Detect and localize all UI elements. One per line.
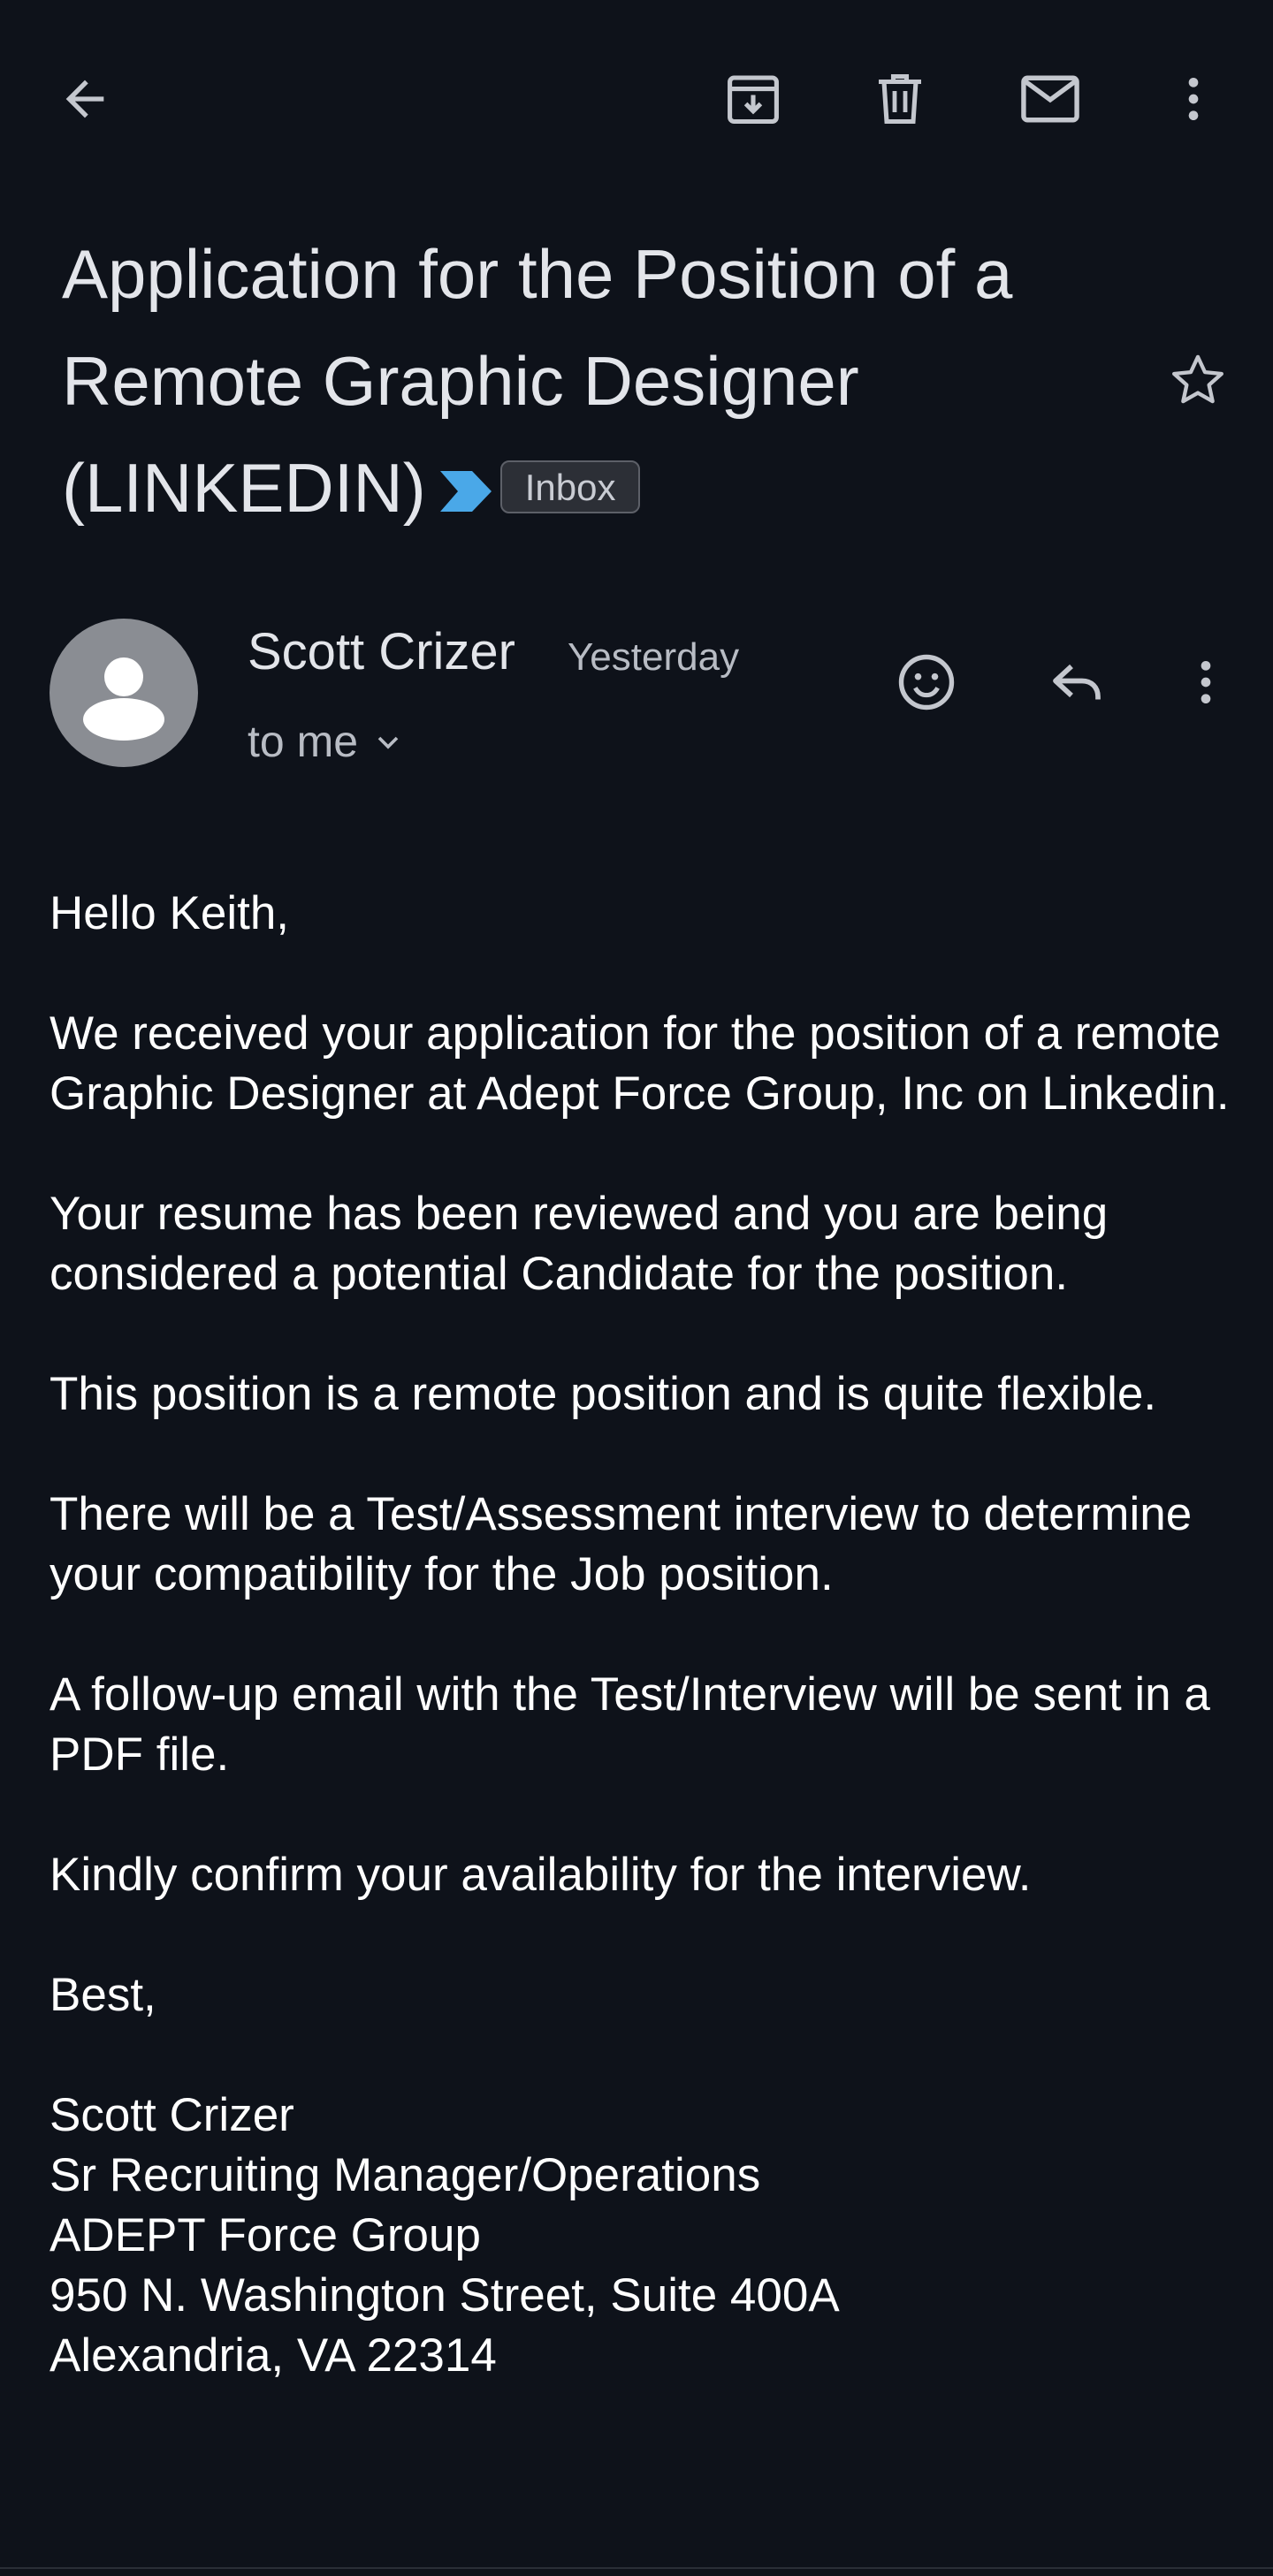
back-button[interactable] [48, 62, 122, 136]
body-paragraph: This position is a remote position and i… [50, 1368, 1157, 1420]
signature-block: Scott Crizer Sr Recruiting Manager/Opera… [50, 2086, 1234, 2386]
more-vertical-icon [1188, 78, 1199, 120]
archive-icon [728, 75, 779, 125]
body-paragraph: A follow-up email with the Test/Intervie… [50, 1668, 1210, 1781]
mark-unread-button[interactable] [1013, 62, 1087, 136]
react-emoji-button[interactable] [889, 645, 964, 719]
body-paragraph: There will be a Test/Assessment intervie… [50, 1488, 1193, 1600]
message-more-button[interactable] [1169, 645, 1243, 719]
importance-marker-icon[interactable] [438, 437, 493, 543]
emoji-icon [898, 654, 955, 710]
signature-line: ADEPT Force Group [50, 2209, 481, 2261]
reply-button[interactable] [1040, 645, 1114, 719]
email-view: Application for the Position of a Remote… [0, 0, 1273, 2576]
sender-name[interactable]: Scott Crizer [248, 619, 515, 686]
person-icon [83, 657, 164, 741]
signature-line: 950 N. Washington Street, Suite 400A [50, 2269, 840, 2321]
archive-button[interactable] [716, 62, 790, 136]
mail-icon [1021, 75, 1079, 123]
chevron-down-icon [377, 736, 399, 749]
label-chip-inbox[interactable]: Inbox [499, 460, 641, 514]
more-vertical-icon [1201, 661, 1211, 703]
star-icon [1172, 354, 1223, 404]
email-subject: Application for the Position of a Remote… [62, 221, 1105, 543]
signature-line: Scott Crizer [50, 2089, 294, 2141]
trash-icon [879, 73, 921, 125]
delete-button[interactable] [863, 62, 937, 136]
divider [0, 2567, 1273, 2569]
sent-time: Yesterday [568, 635, 740, 679]
body-greeting: Hello Keith, [50, 887, 290, 939]
body-paragraph: We received your application for the pos… [50, 1007, 1230, 1120]
recipient-label: to me [248, 717, 359, 766]
signature-line: Sr Recruiting Manager/Operations [50, 2149, 761, 2201]
more-options-button[interactable] [1156, 62, 1231, 136]
body-paragraph: Kindly confirm your availability for the… [50, 1849, 1032, 1901]
email-body: Hello Keith, We received your applicatio… [50, 884, 1234, 2386]
star-button[interactable] [1158, 341, 1238, 421]
body-closing: Best, [50, 1969, 156, 2021]
recipient-details-toggle[interactable]: to me [248, 712, 406, 771]
arrow-left-icon [65, 80, 104, 118]
body-paragraph: Your resume has been reviewed and you ar… [50, 1188, 1109, 1300]
signature-line: Alexandria, VA 22314 [50, 2329, 497, 2382]
avatar[interactable] [50, 619, 198, 767]
reply-icon [1053, 664, 1101, 700]
